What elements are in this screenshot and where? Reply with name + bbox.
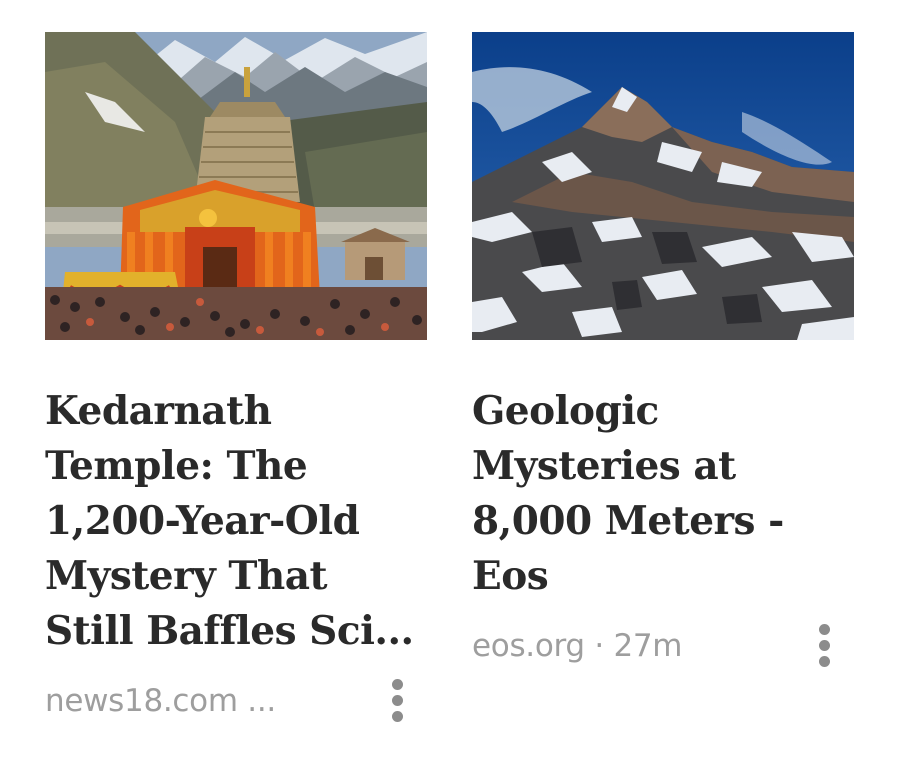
article-card-geologic[interactable]: Geologic Mysteries at 8,000 Meters - Eos… [472, 32, 854, 670]
article-meta: news18.com ... [45, 675, 427, 725]
article-card-kedarnath[interactable]: Kedarnath Temple: The 1,200-Year-Old Mys… [45, 32, 427, 725]
more-dot [818, 655, 830, 667]
more-vertical-icon[interactable] [385, 675, 409, 725]
article-title[interactable]: Kedarnath Temple: The 1,200-Year-Old Mys… [45, 384, 427, 659]
temple-photo[interactable] [45, 32, 427, 340]
article-source: news18.com ... [45, 683, 276, 719]
article-source: eos.org · 27m [472, 628, 683, 664]
more-dot [391, 694, 403, 706]
mountain-photo-svg [472, 32, 854, 340]
more-dot [818, 623, 830, 635]
mountain-photo[interactable] [472, 32, 854, 340]
more-vertical-icon[interactable] [812, 620, 836, 670]
temple-photo-svg [45, 32, 427, 340]
article-title[interactable]: Geologic Mysteries at 8,000 Meters - Eos [472, 384, 854, 604]
more-dot [818, 639, 830, 651]
more-dot [391, 710, 403, 722]
more-dot [391, 678, 403, 690]
article-meta: eos.org · 27m [472, 620, 854, 670]
